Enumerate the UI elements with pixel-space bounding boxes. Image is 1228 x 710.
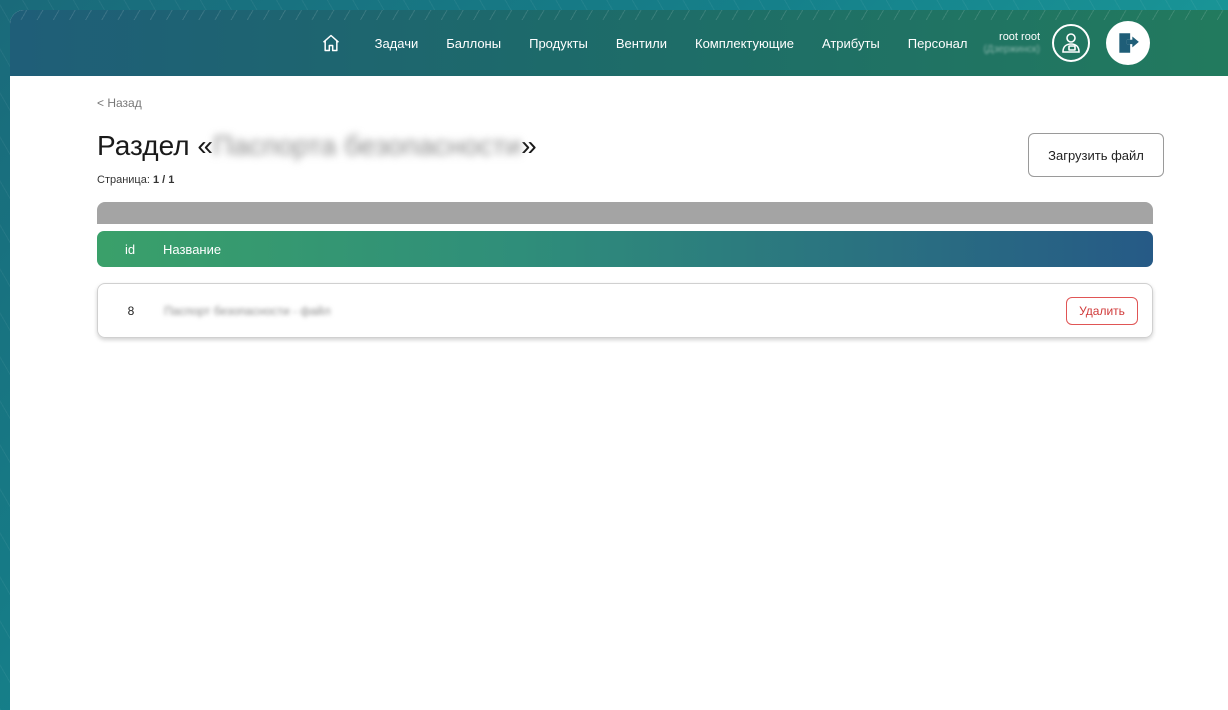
user-icon[interactable]: [1052, 24, 1090, 62]
nav-item-tasks[interactable]: Задачи: [375, 36, 419, 51]
row-name: Паспорт безопасности - файл: [164, 303, 331, 318]
nav-item-staff[interactable]: Персонал: [908, 36, 968, 51]
nav-item-cylinders[interactable]: Баллоны: [446, 36, 501, 51]
delete-button[interactable]: Удалить: [1066, 296, 1138, 325]
main-content: < Назад Раздел « Паспорта безопасности »…: [10, 76, 1228, 338]
back-link[interactable]: < Назад: [97, 96, 142, 110]
title-section-name: Паспорта безопасности: [212, 130, 522, 161]
logout-icon[interactable]: [1106, 21, 1150, 65]
nav-item-products[interactable]: Продукты: [529, 36, 588, 51]
row-id: 8: [127, 303, 135, 318]
home-icon[interactable]: [321, 32, 343, 54]
page-label: Страница:: [97, 174, 150, 186]
toolbar-bar: [97, 202, 1153, 224]
table-header: id Название: [97, 231, 1153, 267]
page-value: 1 / 1: [152, 174, 175, 186]
top-navbar: Задачи Баллоны Продукты Вентили Комплект…: [10, 10, 1228, 76]
user-info: root root (Дзержинск): [983, 31, 1040, 55]
main-nav: Задачи Баллоны Продукты Вентили Комплект…: [375, 36, 984, 51]
nav-item-components[interactable]: Комплектующие: [695, 36, 794, 51]
upload-file-button[interactable]: Загрузить файл: [1028, 133, 1164, 177]
app-window: Задачи Баллоны Продукты Вентили Комплект…: [10, 10, 1228, 710]
nav-item-attributes[interactable]: Атрибуты: [822, 36, 880, 51]
header-id: id: [124, 241, 136, 257]
user-city: (Дзержинск): [983, 43, 1040, 55]
nav-item-valves[interactable]: Вентили: [616, 36, 667, 51]
table-row: 8 Паспорт безопасности - файл Удалить: [97, 283, 1153, 338]
user-name: root root: [999, 30, 1040, 43]
title-prefix: Раздел «: [97, 130, 213, 161]
title-suffix: »: [521, 130, 537, 161]
header-name: Название: [163, 241, 222, 257]
